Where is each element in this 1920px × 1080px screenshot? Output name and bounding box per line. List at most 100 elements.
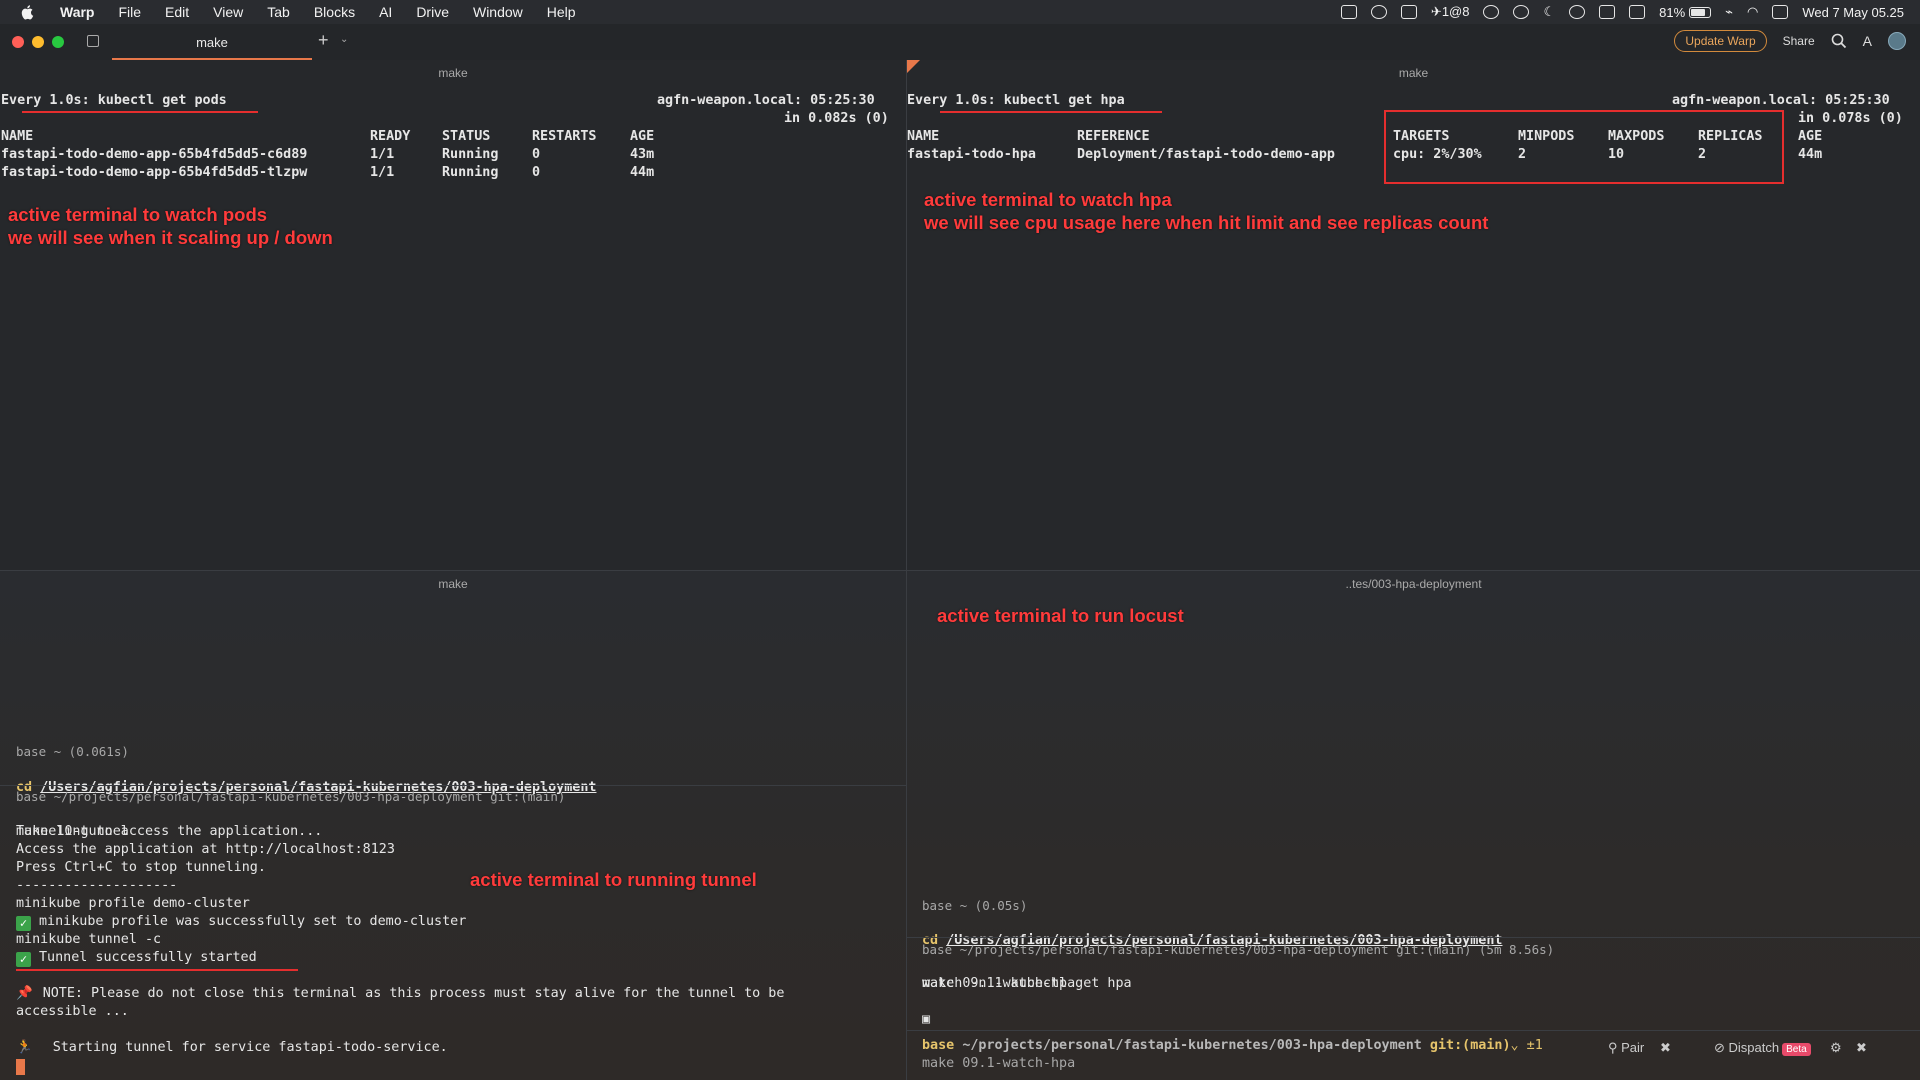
cast-icon[interactable]: ⌁	[1725, 4, 1733, 20]
output-line: Tunneling to access the application...	[16, 824, 323, 839]
dispatch-label: Dispatch	[1728, 1040, 1780, 1055]
table-row: fastapi-todo-demo-app-65b4fd5dd5-tlzpw	[1, 165, 308, 180]
wifi-icon[interactable]: ◠	[1747, 4, 1758, 20]
watch-header-right: agfn-weapon.local: 05:25:30	[1672, 93, 1890, 108]
display-icon[interactable]	[1629, 5, 1646, 19]
prompt-git-changes[interactable]: ±1	[1527, 1038, 1543, 1053]
sidebar-toggle-icon[interactable]	[87, 35, 99, 47]
annotation-highlight-box	[1384, 110, 1784, 184]
macos-menu-bar: Warp File Edit View Tab Blocks AI Drive …	[0, 0, 1920, 24]
menu-drive[interactable]: Drive	[416, 4, 449, 20]
ai-icon[interactable]: A	[1863, 33, 1872, 49]
table-cell: 44m	[1798, 147, 1823, 162]
tab-make[interactable]: make	[112, 24, 312, 60]
menu-blocks[interactable]: Blocks	[314, 4, 355, 20]
block-prompt: base ~ (0.061s)	[16, 744, 129, 759]
apple-icon[interactable]	[20, 4, 36, 20]
runner-icon: 🏃	[16, 1040, 33, 1055]
pair-label: Pair	[1621, 1040, 1645, 1055]
pane-divider-horizontal[interactable]	[0, 570, 1920, 571]
menu-warp[interactable]: Warp	[60, 4, 94, 20]
avatar[interactable]	[1888, 32, 1906, 50]
tab-label: make	[196, 34, 228, 50]
zoom-window-button[interactable]	[52, 36, 64, 48]
pair-button[interactable]: ⚲ Pair	[1608, 1040, 1644, 1056]
active-pane-marker	[906, 60, 920, 74]
output-text: NOTE: Please do not close this terminal …	[42, 986, 785, 1001]
output-line: Press Ctrl+C to stop tunneling.	[16, 860, 266, 875]
bird-icon: ✈	[1430, 4, 1442, 19]
chevron-down-icon[interactable]: ⌄	[1511, 1038, 1519, 1053]
input-cursor-glyph: ▣	[922, 1012, 931, 1027]
pair-close-icon[interactable]: ✖	[1660, 1040, 1671, 1056]
output-line: minikube profile demo-cluster	[16, 896, 250, 911]
pair-icon: ⚲	[1608, 1040, 1622, 1055]
col-header-restarts: RESTARTS	[532, 129, 597, 144]
col-header-age: AGE	[1798, 129, 1823, 144]
annotation-watch-pods-2: we will see when it scaling up / down	[8, 227, 333, 248]
output-line: minikube tunnel -c	[16, 932, 162, 947]
moon-icon[interactable]: ☾	[1543, 4, 1555, 20]
watch-header-duration: in 0.078s (0)	[1798, 111, 1903, 126]
pane-title: make	[1398, 66, 1429, 80]
output-text: minikube profile was successfully set to…	[39, 914, 467, 929]
command-input[interactable]: make 09.1-watch-hpa	[922, 1055, 1075, 1073]
beta-badge: Beta	[1782, 1043, 1811, 1056]
battery-percent: 81%	[1659, 4, 1686, 20]
chrome-icon[interactable]	[1513, 5, 1530, 19]
dispatch-icon: ⊘	[1714, 1040, 1729, 1055]
watch-header-duration: in 0.082s (0)	[784, 111, 889, 126]
annotation-watch-hpa-2: we will see cpu usage here when hit limi…	[924, 212, 1489, 233]
tab-bar-actions: Update Warp Share A	[1674, 30, 1906, 52]
table-cell: 43m	[630, 147, 655, 162]
cloud-icon[interactable]	[1400, 5, 1417, 19]
menu-view[interactable]: View	[213, 4, 243, 20]
menu-ai[interactable]: AI	[379, 4, 392, 20]
window-icon[interactable]	[1599, 5, 1616, 19]
headphones-icon[interactable]	[1370, 5, 1387, 19]
watch-header-left: Every 1.0s: kubectl get hpa	[907, 93, 1125, 108]
pane-locust[interactable]: ..tes/003-hpa-deployment	[907, 571, 1920, 1080]
table-row: fastapi-todo-hpa	[907, 147, 1036, 162]
search-icon[interactable]	[1831, 33, 1847, 49]
chevron-down-icon[interactable]: ⌄	[340, 34, 348, 45]
user-icon[interactable]	[1569, 5, 1586, 19]
battery-indicator[interactable]: 81%	[1659, 4, 1712, 20]
prompt-git-branch[interactable]: git:(main)	[1430, 1038, 1511, 1053]
check-icon: ✓	[16, 952, 31, 967]
new-tab-button[interactable]: +	[318, 30, 329, 51]
block-separator	[0, 785, 906, 786]
minimize-window-button[interactable]	[32, 36, 44, 48]
block-separator	[907, 937, 1920, 938]
control-center-icon[interactable]	[1772, 5, 1789, 19]
prompt-path: ~/projects/personal/fastapi-kubernetes/0…	[962, 1038, 1422, 1053]
dispatch-close-icon[interactable]: ✖	[1856, 1040, 1867, 1056]
annotation-underline	[16, 969, 298, 971]
check-icon: ✓	[16, 916, 31, 931]
settings-icon[interactable]: ⚙	[1830, 1040, 1842, 1056]
clipboard-icon[interactable]	[1340, 5, 1357, 19]
menu-help[interactable]: Help	[547, 4, 576, 20]
record-icon[interactable]	[1483, 5, 1500, 19]
menu-tab[interactable]: Tab	[267, 4, 290, 20]
output-line: Access the application at http://localho…	[16, 842, 395, 857]
col-header-ready: READY	[370, 129, 411, 144]
annotation-watch-hpa-1: active terminal to watch hpa	[924, 189, 1172, 210]
table-cell: Running	[442, 165, 499, 180]
table-cell: Deployment/fastapi-todo-demo-app	[1077, 147, 1335, 162]
col-header-status: STATUS	[442, 129, 491, 144]
menu-edit[interactable]: Edit	[165, 4, 189, 20]
warp-tab-bar: make + ⌄ Update Warp Share A	[0, 24, 1920, 61]
annotation-watch-pods-1: active terminal to watch pods	[8, 204, 268, 225]
status-counter[interactable]: ✈1@8	[1431, 4, 1470, 20]
output-line: watch -n 1 kubectl get hpa	[922, 976, 1132, 991]
output-text: Tunnel successfully started	[39, 950, 257, 965]
menu-window[interactable]: Window	[473, 4, 523, 20]
menu-bar-clock[interactable]: Wed 7 May 05.25	[1802, 5, 1904, 20]
close-window-button[interactable]	[12, 36, 24, 48]
annotation-tunnel: active terminal to running tunnel	[470, 869, 757, 890]
dispatch-button[interactable]: ⊘ Dispatch Beta	[1714, 1040, 1811, 1056]
update-warp-button[interactable]: Update Warp	[1674, 30, 1767, 52]
share-button[interactable]: Share	[1783, 34, 1815, 48]
menu-file[interactable]: File	[118, 4, 141, 20]
